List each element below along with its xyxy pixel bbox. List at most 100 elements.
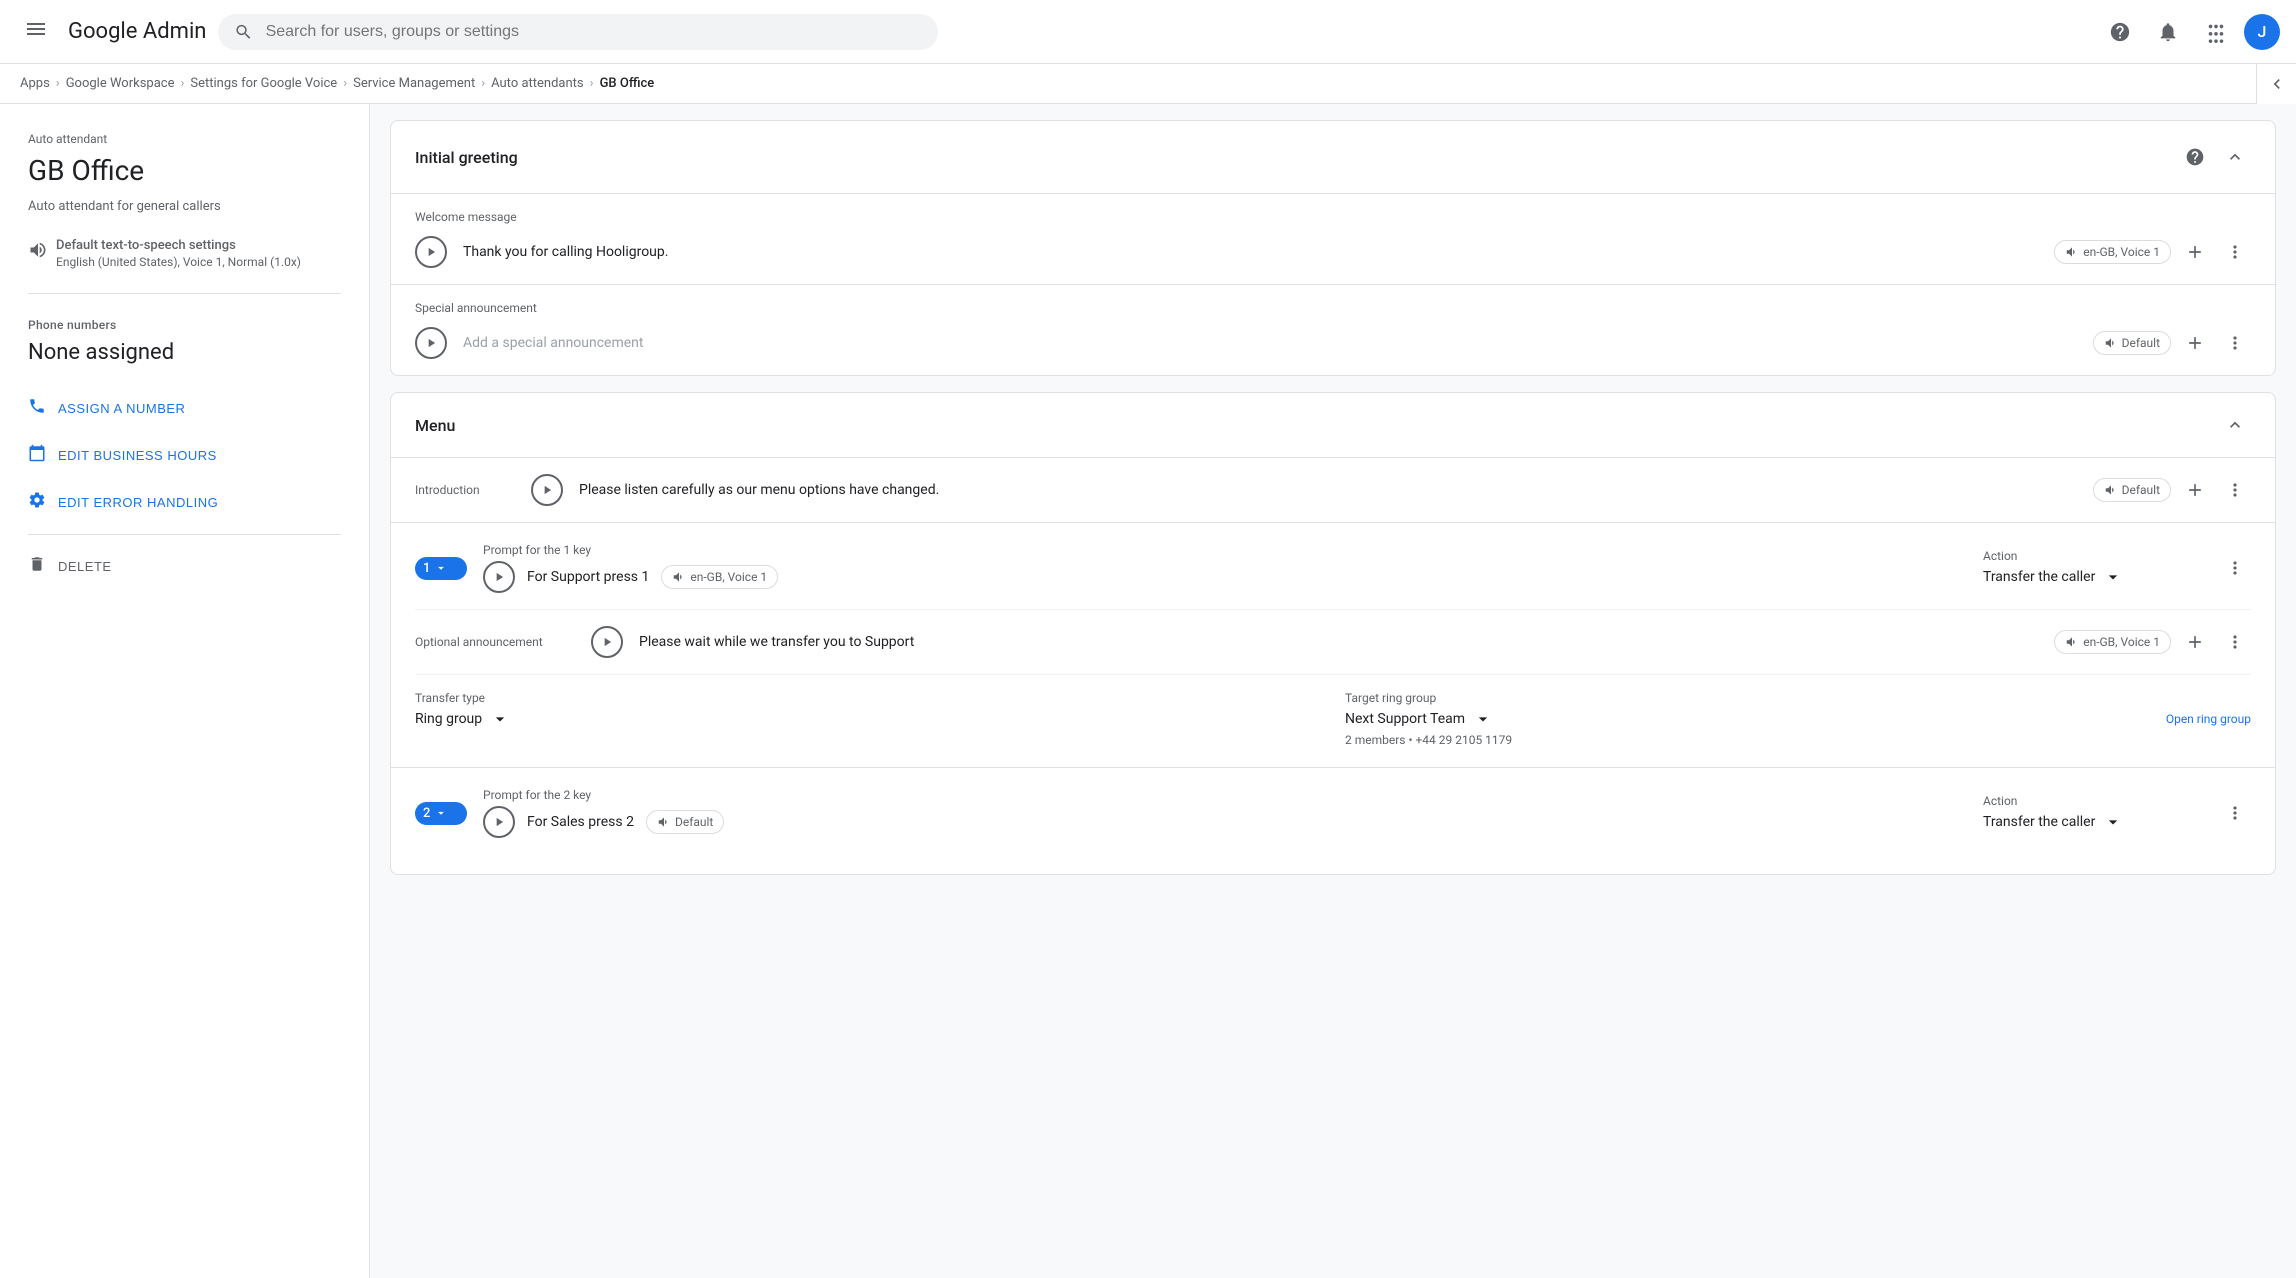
- key2-header: 2 Prompt for the 2 key: [415, 788, 2251, 838]
- delete-label: DELETE: [58, 559, 112, 574]
- welcome-content: Thank you for calling Hooligroup. en-GB,…: [415, 236, 2251, 268]
- search-input[interactable]: [266, 23, 923, 41]
- key2-voice-label: Default: [675, 815, 713, 829]
- welcome-text: Thank you for calling Hooligroup.: [463, 244, 2038, 260]
- breadcrumb-current: GB Office: [600, 76, 655, 91]
- special-voice-chip[interactable]: Default: [2093, 331, 2171, 355]
- play-welcome-button[interactable]: [415, 236, 447, 268]
- more-special-button[interactable]: [2219, 327, 2251, 359]
- welcome-voice-chip[interactable]: en-GB, Voice 1: [2054, 240, 2171, 264]
- play-intro-button[interactable]: [531, 474, 563, 506]
- key1-voice-icon: [672, 570, 686, 584]
- optional-text: Please wait while we transfer you to Sup…: [639, 634, 2038, 650]
- sidebar-description: Auto attendant for general callers: [28, 199, 341, 214]
- more-optional-button[interactable]: [2219, 626, 2251, 658]
- app-logo: Google Admin: [68, 19, 206, 44]
- transfer-type-value: Ring group: [415, 711, 482, 727]
- ring-group-col: Target ring group Next Support Team Open…: [1345, 691, 2251, 747]
- content-area: Initial greeting Welcome m: [370, 104, 2296, 1278]
- play-special-button[interactable]: [415, 327, 447, 359]
- key1-badge[interactable]: 1: [415, 557, 467, 580]
- key1-action-select[interactable]: Transfer the caller: [1983, 567, 2203, 587]
- special-label: Special announcement: [415, 301, 2251, 315]
- key1-prompt-content: For Support press 1 en-GB, Voice 1: [483, 561, 1967, 593]
- key2-voice-chip[interactable]: Default: [646, 810, 724, 834]
- breadcrumb-settings[interactable]: Settings for Google Voice: [190, 76, 337, 91]
- add-optional-button[interactable]: [2179, 626, 2211, 658]
- help-button[interactable]: [2100, 12, 2140, 52]
- key1-action-value: Transfer the caller: [1983, 569, 2095, 585]
- ring-group-select[interactable]: Next Support Team: [1345, 709, 1493, 729]
- sidebar-divider: [28, 534, 341, 535]
- optional-voice-chip[interactable]: en-GB, Voice 1: [2054, 630, 2171, 654]
- calendar-icon: [28, 444, 46, 467]
- intro-text: Please listen carefully as our menu opti…: [579, 482, 2077, 498]
- section-header-actions: [2179, 141, 2251, 173]
- assign-number-button[interactable]: ASSIGN A NUMBER: [28, 385, 185, 432]
- play-key1-button[interactable]: [483, 561, 515, 593]
- search-bar[interactable]: [218, 14, 938, 50]
- more-intro-button[interactable]: [2219, 474, 2251, 506]
- welcome-voice-label: en-GB, Voice 1: [2083, 245, 2160, 259]
- menu-header[interactable]: Menu: [390, 392, 2276, 458]
- intro-voice-chip[interactable]: Default: [2093, 478, 2171, 502]
- add-intro-button[interactable]: [2179, 474, 2211, 506]
- settings-icon: [28, 491, 46, 514]
- more-welcome-button[interactable]: [2219, 236, 2251, 268]
- edit-business-hours-button[interactable]: EDIT BUSINESS HOURS: [28, 432, 217, 479]
- user-avatar[interactable]: J: [2244, 14, 2280, 50]
- breadcrumb-chevron: ›: [590, 76, 594, 91]
- open-ring-group-link[interactable]: Open ring group: [2166, 712, 2251, 726]
- key2-action-value: Transfer the caller: [1983, 814, 2095, 830]
- key1-prompt-label: Prompt for the 1 key: [483, 543, 1967, 557]
- add-special-button[interactable]: [2179, 327, 2211, 359]
- key1-voice-chip[interactable]: en-GB, Voice 1: [661, 565, 778, 589]
- more-key1-button[interactable]: [2219, 552, 2251, 584]
- key2-badge[interactable]: 2: [415, 802, 467, 825]
- key2-action-select[interactable]: Transfer the caller: [1983, 812, 2203, 832]
- collapse-greeting-button[interactable]: [2219, 141, 2251, 173]
- business-hours-label: EDIT BUSINESS HOURS: [58, 448, 217, 463]
- grid-apps-button[interactable]: [2196, 12, 2236, 52]
- key2-prompt-content: For Sales press 2 Default: [483, 806, 1967, 838]
- play-optional-button[interactable]: [591, 626, 623, 658]
- notifications-button[interactable]: [2148, 12, 2188, 52]
- play-key2-button[interactable]: [483, 806, 515, 838]
- tts-value: English (United States), Voice 1, Normal…: [56, 255, 301, 269]
- edit-error-handling-button[interactable]: EDIT ERROR HANDLING: [28, 479, 218, 526]
- ring-group-value: Next Support Team: [1345, 711, 1465, 727]
- intro-actions: Default: [2093, 474, 2251, 506]
- key1-action-chevron: [2103, 567, 2123, 587]
- menu-icon[interactable]: [16, 9, 56, 54]
- transfer-type-select[interactable]: Ring group: [415, 709, 1321, 729]
- ring-group-label: Target ring group: [1345, 691, 2251, 705]
- initial-greeting-header[interactable]: Initial greeting: [391, 121, 2275, 194]
- more-key2-button[interactable]: [2219, 797, 2251, 829]
- breadcrumb-apps[interactable]: Apps: [20, 76, 50, 91]
- delete-button[interactable]: DELETE: [28, 543, 112, 590]
- special-actions: Default: [2093, 327, 2251, 359]
- collapse-menu-button[interactable]: [2219, 409, 2251, 441]
- breadcrumb-chevron: ›: [181, 76, 185, 91]
- welcome-actions: en-GB, Voice 1: [2054, 236, 2251, 268]
- help-icon-button[interactable]: [2179, 141, 2211, 173]
- right-panel-collapse[interactable]: [2256, 64, 2296, 104]
- transfer-type-col: Transfer type Ring group: [415, 691, 1321, 747]
- ring-group-row: Next Support Team Open ring group: [1345, 709, 2251, 729]
- key2-prompt-col: Prompt for the 2 key For Sales press 2: [483, 788, 1967, 838]
- breadcrumb-auto-attendants[interactable]: Auto attendants: [491, 76, 584, 91]
- welcome-message-group: Welcome message Thank you for calling Ho…: [391, 194, 2275, 285]
- key2-action-col: Action Transfer the caller: [1983, 794, 2203, 832]
- special-voice-label: Default: [2122, 336, 2160, 350]
- key1-prompt-text: For Support press 1: [527, 569, 649, 585]
- breadcrumb-chevron: ›: [481, 76, 485, 91]
- optional-label: Optional announcement: [415, 635, 575, 649]
- top-navigation: Google Admin J: [0, 0, 2296, 64]
- intro-voice-label: Default: [2122, 483, 2160, 497]
- breadcrumb-service-mgmt[interactable]: Service Management: [353, 76, 475, 91]
- add-welcome-button[interactable]: [2179, 236, 2211, 268]
- key1-header: 1 Prompt for the 1 key: [415, 543, 2251, 593]
- main-layout: Auto attendant GB Office Auto attendant …: [0, 104, 2296, 1278]
- sidebar: Auto attendant GB Office Auto attendant …: [0, 104, 370, 1278]
- breadcrumb-workspace[interactable]: Google Workspace: [66, 76, 175, 91]
